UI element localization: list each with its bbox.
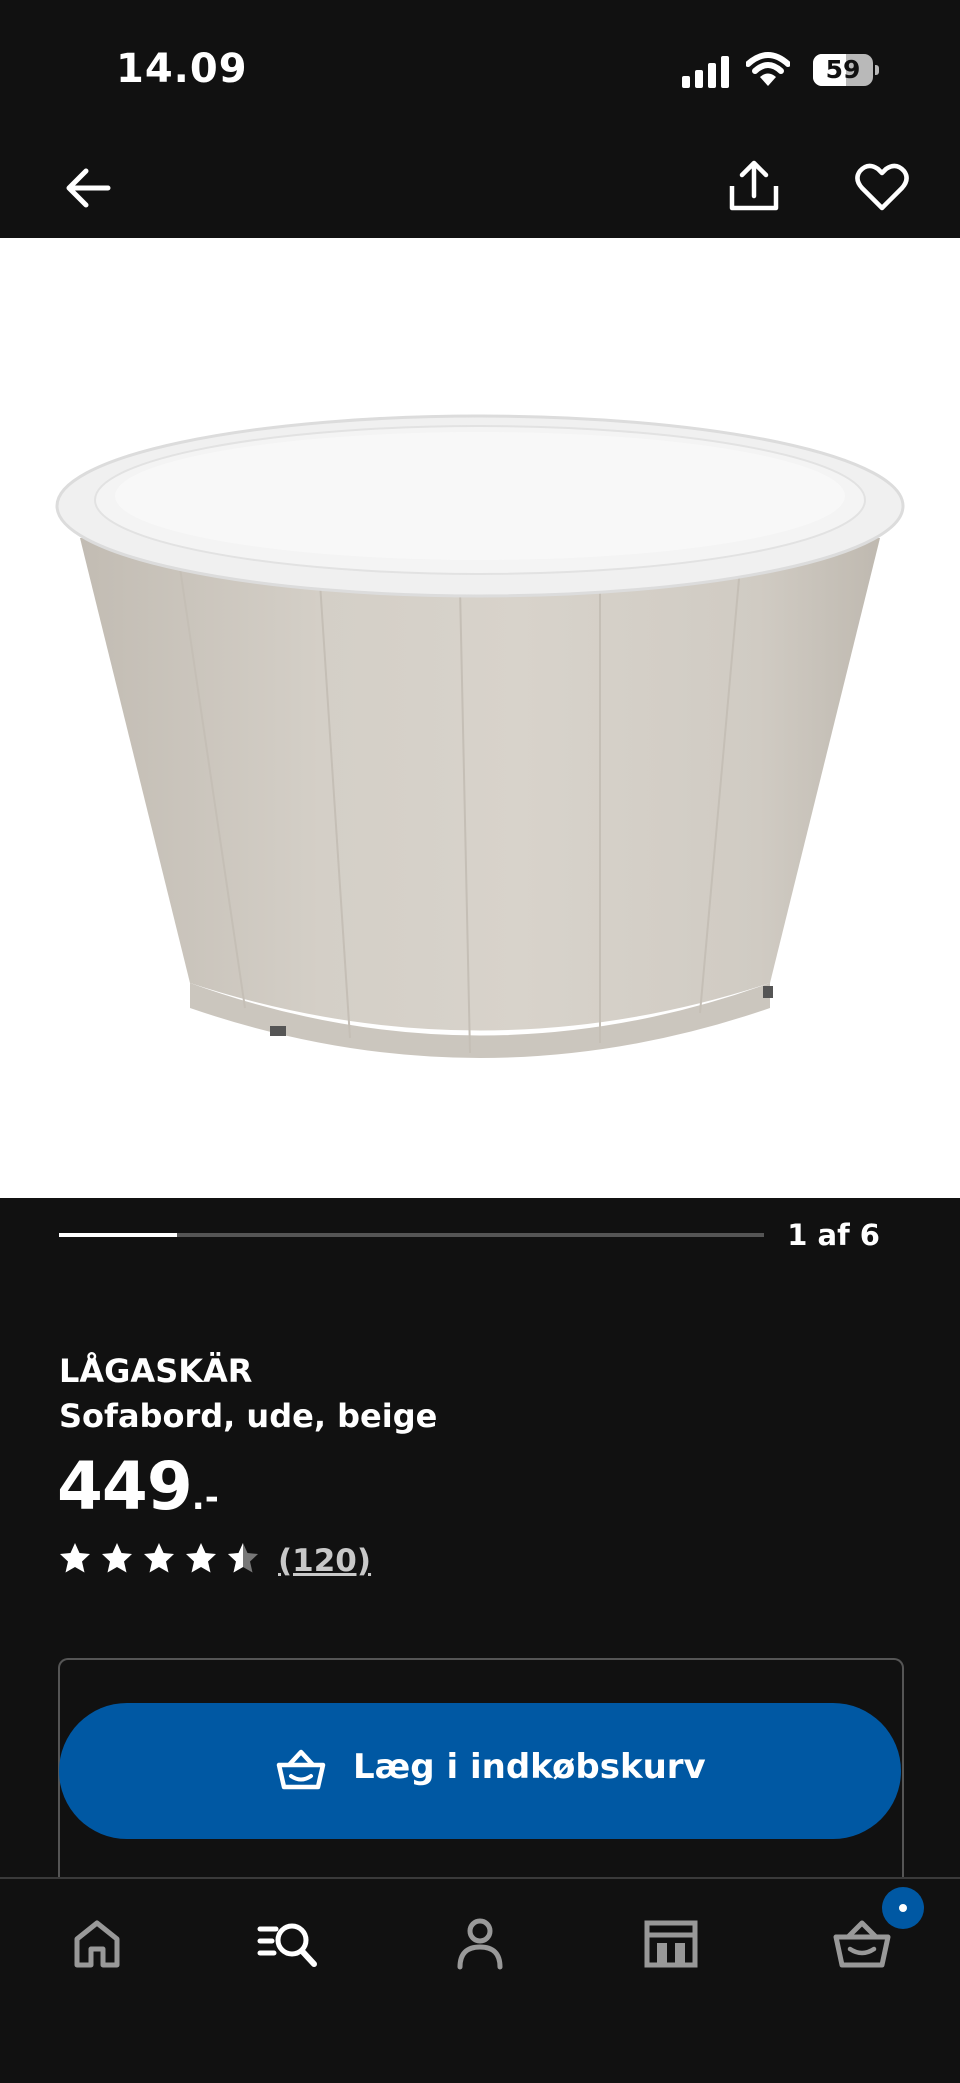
price-value: 449	[57, 1448, 193, 1525]
nav-stores[interactable]	[635, 1907, 707, 1979]
product-description: Sofabord, ude, beige	[59, 1397, 438, 1435]
cart-badge	[882, 1887, 924, 1929]
product-image-area[interactable]	[0, 238, 960, 1198]
heart-icon	[855, 163, 909, 211]
add-to-cart-label: Læg i indkøbskurv	[353, 1747, 706, 1787]
gallery-progress-fill	[59, 1233, 177, 1237]
bottom-nav	[0, 1877, 960, 2083]
review-count-link[interactable]: (120)	[278, 1543, 371, 1579]
top-bar	[0, 142, 960, 238]
cellular-signal-icon	[682, 56, 729, 88]
search-icon	[257, 1923, 317, 1967]
status-bar: 14.09 59	[0, 0, 960, 142]
gallery-counter: 1 af 6	[787, 1218, 880, 1252]
nav-search[interactable]	[252, 1907, 324, 1979]
favorite-button[interactable]	[852, 158, 912, 218]
product-image	[55, 414, 905, 1058]
cart-badge-dot	[899, 1904, 907, 1912]
battery-level: 59	[825, 55, 861, 84]
basket-icon	[276, 1749, 326, 1790]
product-name: LÅGASKÄR	[59, 1352, 253, 1390]
store-icon	[644, 1920, 698, 1968]
share-icon	[729, 160, 779, 211]
share-button[interactable]	[724, 156, 784, 216]
product-price: 449.-	[57, 1448, 219, 1525]
battery-cap	[875, 65, 879, 75]
star-full-icon	[144, 1543, 174, 1573]
nav-home[interactable]	[61, 1907, 133, 1979]
star-full-icon	[186, 1543, 216, 1573]
user-icon	[457, 1918, 503, 1970]
star-half-icon	[228, 1543, 258, 1573]
battery-icon: 59	[813, 54, 879, 86]
add-to-cart-button[interactable]: Læg i indkøbskurv	[59, 1703, 901, 1839]
back-button[interactable]	[58, 158, 118, 218]
status-time: 14.09	[116, 46, 248, 92]
star-full-icon	[102, 1543, 132, 1573]
nav-profile[interactable]	[444, 1907, 516, 1979]
price-suffix: .-	[191, 1478, 219, 1518]
arrow-left-icon	[66, 168, 111, 208]
home-icon	[74, 1920, 120, 1968]
star-full-icon	[60, 1543, 90, 1573]
gallery-progress	[59, 1233, 764, 1237]
wifi-icon	[746, 52, 790, 86]
